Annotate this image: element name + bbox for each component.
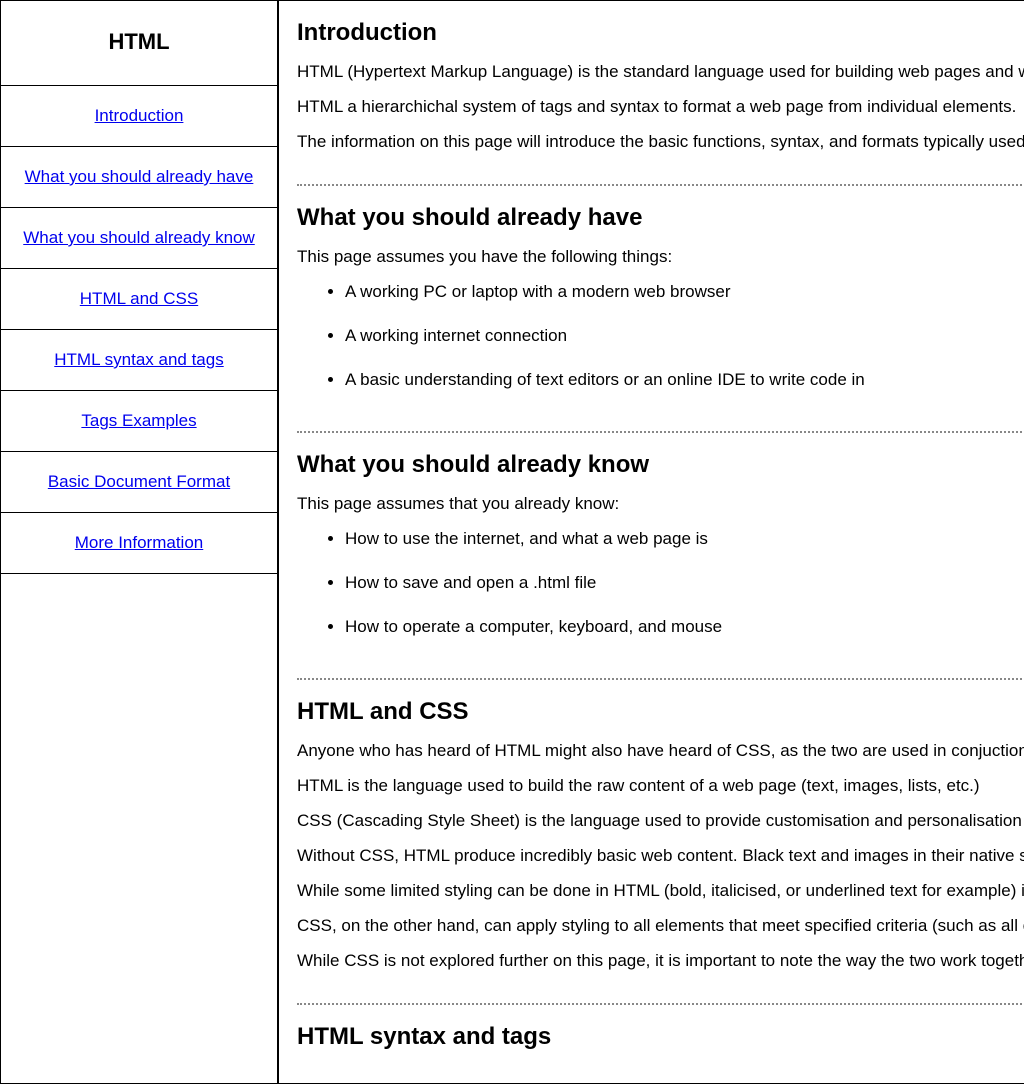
sidebar-nav: HTML Introduction What you should alread… [1,1,279,1083]
nav-link-syntax-and-tags[interactable]: HTML syntax and tags [1,330,277,391]
nav-link-tags-examples[interactable]: Tags Examples [1,391,277,452]
nav-link-already-have[interactable]: What you should already have [1,147,277,208]
paragraph: This page assumes you have the following… [297,246,1024,269]
nav-link-introduction[interactable]: Introduction [1,86,277,147]
paragraph: While CSS is not explored further on thi… [297,950,1024,973]
heading-already-have: What you should already have [297,204,1024,232]
paragraph: CSS (Cascading Style Sheet) is the langu… [297,810,1024,833]
section-already-have: What you should already have This page a… [297,184,1024,431]
paragraph: While some limited styling can be done i… [297,880,1024,903]
nav-link-already-know[interactable]: What you should already know [1,208,277,269]
heading-already-know: What you should already know [297,451,1024,479]
nav-title: HTML [1,1,277,86]
heading-html-and-css: HTML and CSS [297,698,1024,726]
nav-link-basic-document-format[interactable]: Basic Document Format [1,452,277,513]
section-already-know: What you should already know This page a… [297,431,1024,678]
paragraph: The information on this page will introd… [297,131,1024,154]
heading-introduction: Introduction [297,19,1024,47]
paragraph: HTML a hierarchichal system of tags and … [297,96,1024,119]
main-content: Introduction HTML (Hypertext Markup Lang… [279,1,1024,1083]
list-already-know: How to use the internet, and what a web … [297,528,1024,638]
list-item: A working PC or laptop with a modern web… [345,281,1024,303]
list-item: How to use the internet, and what a web … [345,528,1024,550]
paragraph: CSS, on the other hand, can apply stylin… [297,915,1024,938]
heading-syntax-and-tags: HTML syntax and tags [297,1023,1024,1051]
paragraph: HTML is the language used to build the r… [297,775,1024,798]
nav-link-html-and-css[interactable]: HTML and CSS [1,269,277,330]
paragraph: Anyone who has heard of HTML might also … [297,740,1024,763]
list-item: How to operate a computer, keyboard, and… [345,616,1024,638]
list-item: A basic understanding of text editors or… [345,369,1024,391]
section-syntax-and-tags: HTML syntax and tags [297,1003,1024,1083]
list-item: A working internet connection [345,325,1024,347]
list-item: How to save and open a .html file [345,572,1024,594]
paragraph: This page assumes that you already know: [297,493,1024,516]
section-html-and-css: HTML and CSS Anyone who has heard of HTM… [297,678,1024,1003]
paragraph: Without CSS, HTML produce incredibly bas… [297,845,1024,868]
paragraph: HTML (Hypertext Markup Language) is the … [297,61,1024,84]
nav-link-more-information[interactable]: More Information [1,513,277,574]
list-already-have: A working PC or laptop with a modern web… [297,281,1024,391]
section-introduction: Introduction HTML (Hypertext Markup Lang… [297,19,1024,184]
